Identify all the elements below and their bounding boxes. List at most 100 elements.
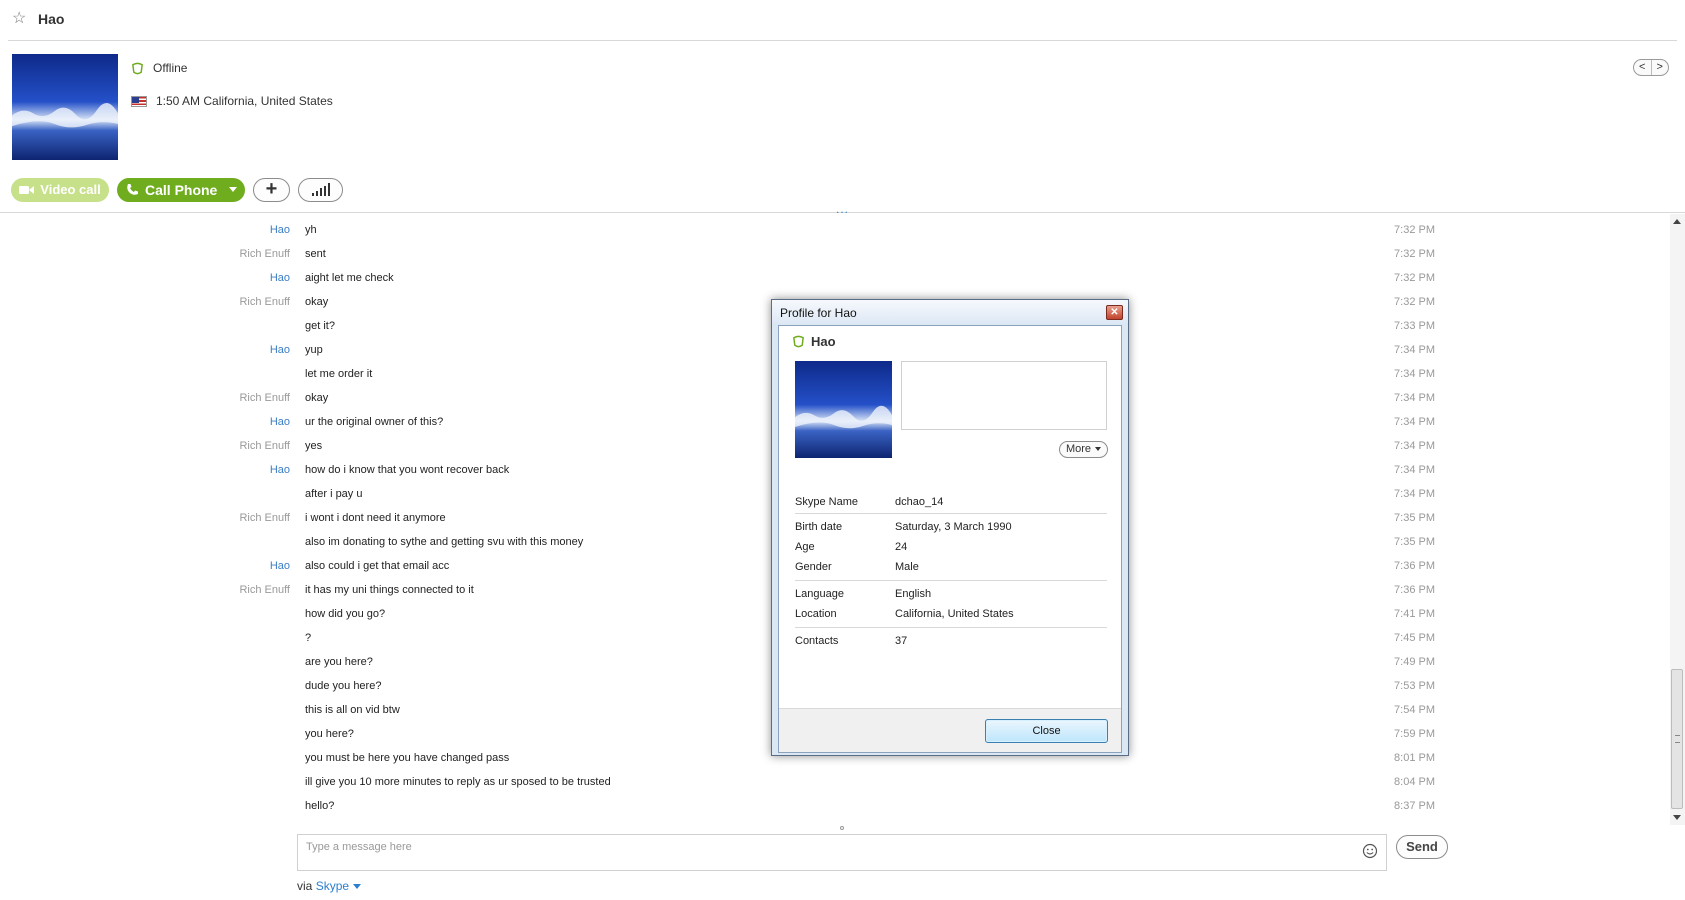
message-timestamp: 7:45 PM bbox=[1394, 632, 1435, 644]
chevron-down-icon[interactable] bbox=[353, 884, 362, 890]
message-timestamp: 7:49 PM bbox=[1394, 656, 1435, 668]
message-text: how did you go? bbox=[305, 608, 386, 620]
profile-dialog: Profile for Hao ✕ Hao More Skype Name dc… bbox=[771, 299, 1129, 756]
video-call-label: Video call bbox=[40, 182, 101, 197]
birth-date-row: Birth date Saturday, 3 March 1990 bbox=[795, 519, 1107, 537]
message-text: yes bbox=[305, 440, 323, 452]
call-phone-label: Call Phone bbox=[145, 181, 218, 198]
message-text: how do i know that you wont recover back bbox=[305, 464, 510, 476]
via-prefix: via bbox=[297, 879, 313, 893]
via-skype-link[interactable]: Skype bbox=[316, 879, 349, 893]
compose-box[interactable] bbox=[297, 834, 1387, 871]
signal-bars-icon bbox=[311, 183, 330, 196]
message-sender[interactable]: Hao bbox=[270, 224, 290, 236]
message-timestamp: 8:37 PM bbox=[1394, 800, 1435, 812]
birth-date-value: Saturday, 3 March 1990 bbox=[895, 521, 1012, 533]
message-row: Hao aight let me check 7:32 PM bbox=[0, 267, 1670, 291]
message-row: ill give you 10 more minutes to reply as… bbox=[0, 771, 1670, 795]
location-value: California, United States bbox=[895, 608, 1014, 620]
message-text: also could i get that email acc bbox=[305, 560, 450, 572]
chevron-down-icon bbox=[1095, 447, 1102, 452]
send-button[interactable]: Send bbox=[1396, 835, 1448, 859]
message-text: okay bbox=[305, 392, 329, 404]
message-sender[interactable]: Hao bbox=[270, 464, 290, 476]
message-timestamp: 7:59 PM bbox=[1394, 728, 1435, 740]
add-button[interactable]: + bbox=[253, 177, 290, 202]
message-sender[interactable]: Rich Enuff bbox=[239, 512, 290, 524]
message-sender[interactable]: Rich Enuff bbox=[239, 584, 290, 596]
dialog-titlebar[interactable]: Profile for Hao ✕ bbox=[772, 300, 1128, 324]
close-icon[interactable]: ✕ bbox=[1106, 305, 1123, 320]
gender-label: Gender bbox=[795, 561, 832, 573]
message-timestamp: 7:34 PM bbox=[1394, 392, 1435, 404]
message-text: it has my uni things connected to it bbox=[305, 584, 474, 596]
message-text: sent bbox=[305, 248, 326, 260]
language-value: English bbox=[895, 588, 932, 600]
phone-icon bbox=[127, 184, 138, 195]
birth-date-label: Birth date bbox=[795, 521, 843, 533]
age-label: Age bbox=[795, 541, 815, 553]
close-button[interactable]: Close bbox=[985, 719, 1108, 743]
message-timestamp: 7:32 PM bbox=[1394, 248, 1435, 260]
video-camera-icon bbox=[19, 185, 35, 194]
message-timestamp: 7:32 PM bbox=[1394, 224, 1435, 236]
message-timestamp: 7:34 PM bbox=[1394, 416, 1435, 428]
call-phone-button[interactable]: Call Phone bbox=[117, 177, 245, 202]
message-sender[interactable]: Rich Enuff bbox=[239, 248, 290, 260]
message-timestamp: 7:41 PM bbox=[1394, 608, 1435, 620]
message-timestamp: 7:34 PM bbox=[1394, 488, 1435, 500]
message-sender[interactable]: Hao bbox=[270, 416, 290, 428]
call-dropdown-caret-icon[interactable] bbox=[229, 186, 237, 192]
message-sender[interactable]: Hao bbox=[270, 560, 290, 572]
location-label: Location bbox=[795, 608, 837, 620]
message-text: are you here? bbox=[305, 656, 373, 668]
local-time-location: 1:50 AM California, United States bbox=[156, 94, 333, 108]
scroll-down-arrow-icon[interactable] bbox=[1673, 815, 1681, 820]
message-input[interactable] bbox=[306, 841, 1356, 853]
gender-row: Gender Male bbox=[795, 559, 1107, 577]
message-sender[interactable]: Hao bbox=[270, 272, 290, 284]
message-text: i wont i dont need it anymore bbox=[305, 512, 446, 524]
call-quality-button[interactable] bbox=[298, 177, 343, 202]
message-timestamp: 7:34 PM bbox=[1394, 464, 1435, 476]
message-timestamp: 7:32 PM bbox=[1394, 296, 1435, 308]
age-row: Age 24 bbox=[795, 539, 1107, 557]
more-button[interactable]: More bbox=[1059, 441, 1108, 458]
compose-resize-handle[interactable] bbox=[840, 826, 844, 830]
location-row: 1:50 AM California, United States bbox=[131, 94, 333, 108]
scroll-up-arrow-icon[interactable] bbox=[1673, 219, 1681, 224]
nav-next-button[interactable]: > bbox=[1650, 60, 1669, 75]
profile-divider bbox=[795, 580, 1107, 581]
video-call-button[interactable]: Video call bbox=[11, 177, 109, 202]
scroll-thumb[interactable] bbox=[1671, 669, 1683, 809]
message-sender[interactable]: Rich Enuff bbox=[239, 440, 290, 452]
message-text: this is all on vid btw bbox=[305, 704, 400, 716]
message-scrollbar[interactable] bbox=[1670, 214, 1685, 825]
message-text: hello? bbox=[305, 800, 335, 812]
mood-message-box bbox=[901, 361, 1107, 430]
message-text: also im donating to sythe and getting sv… bbox=[305, 536, 584, 548]
nav-prev-button[interactable]: < bbox=[1634, 60, 1651, 75]
contact-avatar[interactable] bbox=[12, 54, 118, 160]
message-text: ur the original owner of this? bbox=[305, 416, 444, 428]
message-text: you must be here you have changed pass bbox=[305, 752, 510, 764]
dialog-footer: Close bbox=[779, 708, 1121, 752]
message-sender[interactable]: Hao bbox=[270, 344, 290, 356]
message-row: Hao yh 7:32 PM bbox=[0, 219, 1670, 243]
smiley-icon[interactable] bbox=[1362, 843, 1378, 859]
message-timestamp: 7:35 PM bbox=[1394, 536, 1435, 548]
message-text: dude you here? bbox=[305, 680, 382, 692]
message-text: yup bbox=[305, 344, 323, 356]
star-icon[interactable]: ☆ bbox=[12, 11, 26, 27]
message-sender[interactable]: Rich Enuff bbox=[239, 392, 290, 404]
message-timestamp: 7:35 PM bbox=[1394, 512, 1435, 524]
message-text: ? bbox=[305, 632, 312, 644]
message-timestamp: 8:04 PM bbox=[1394, 776, 1435, 788]
status-row: Offline bbox=[131, 61, 187, 75]
message-sender[interactable]: Rich Enuff bbox=[239, 296, 290, 308]
language-row: Language English bbox=[795, 586, 1107, 604]
profile-name: Hao bbox=[811, 334, 836, 349]
message-timestamp: 7:53 PM bbox=[1394, 680, 1435, 692]
language-label: Language bbox=[795, 588, 844, 600]
skype-name-value: dchao_14 bbox=[895, 496, 944, 508]
